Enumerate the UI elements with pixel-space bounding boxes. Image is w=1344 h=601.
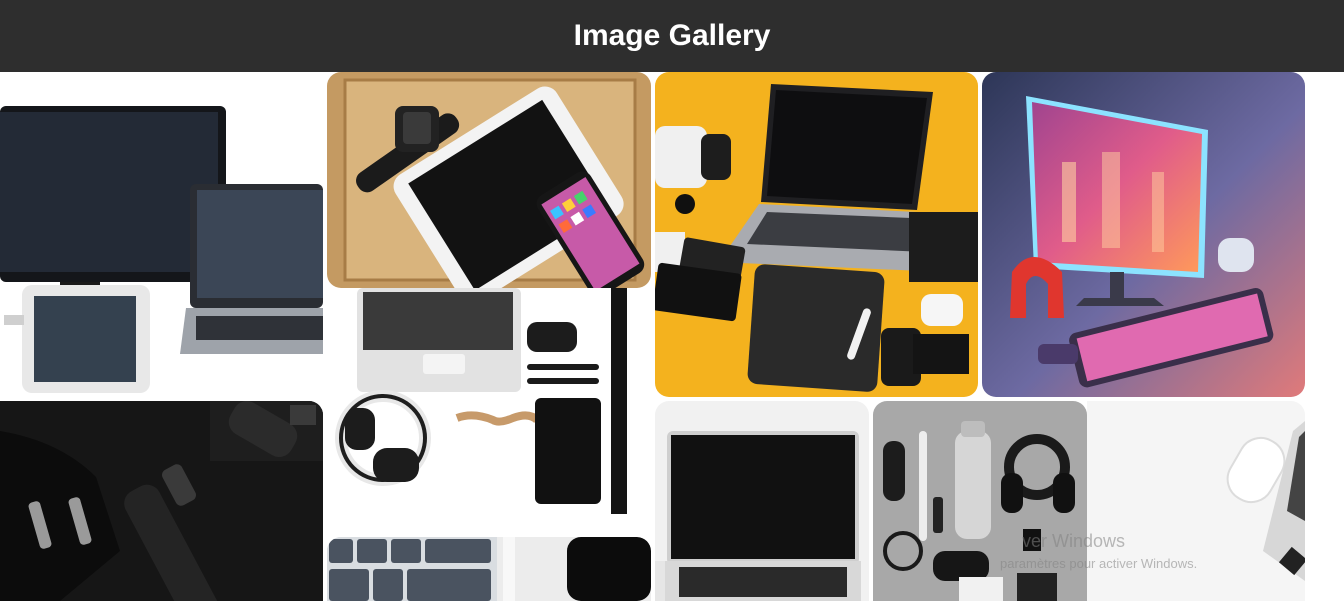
gallery-image-laptop-mouse-white[interactable] — [1087, 401, 1305, 601]
gallery-image-keyboard-closeup[interactable] — [327, 537, 651, 601]
gadgets-grey-photo — [873, 401, 1087, 601]
page-header: Image Gallery — [0, 0, 1344, 72]
gallery-image-tablet-watch-phone[interactable] — [327, 72, 651, 288]
laptop-gadgets-yellow-photo — [655, 72, 978, 397]
monitor-laptop-tablet-photo — [0, 72, 323, 397]
gallery-image-laptop-white[interactable] — [655, 401, 869, 601]
neon-gaming-setup-photo — [982, 72, 1305, 397]
page-title: Image Gallery — [573, 19, 771, 52]
gallery-image-monitor-laptop-tablet[interactable] — [0, 72, 323, 397]
charger-pen-black-photo — [0, 401, 323, 601]
gallery-image-laptop-gadgets-yellow[interactable] — [655, 72, 978, 397]
gallery-image-gadgets-grey[interactable] — [873, 401, 1087, 601]
tablet-watch-phone-photo — [327, 72, 651, 288]
gallery-image-charger-pen-black[interactable] — [0, 401, 323, 601]
laptop-mouse-white-photo — [1087, 401, 1305, 601]
gallery-image-neon-gaming-setup[interactable] — [982, 72, 1305, 397]
laptop-white-photo — [655, 401, 869, 601]
keyboard-headphones-photo — [323, 288, 655, 534]
gallery-image-keyboard-headphones[interactable] — [323, 288, 655, 534]
keyboard-closeup-photo — [327, 537, 651, 601]
